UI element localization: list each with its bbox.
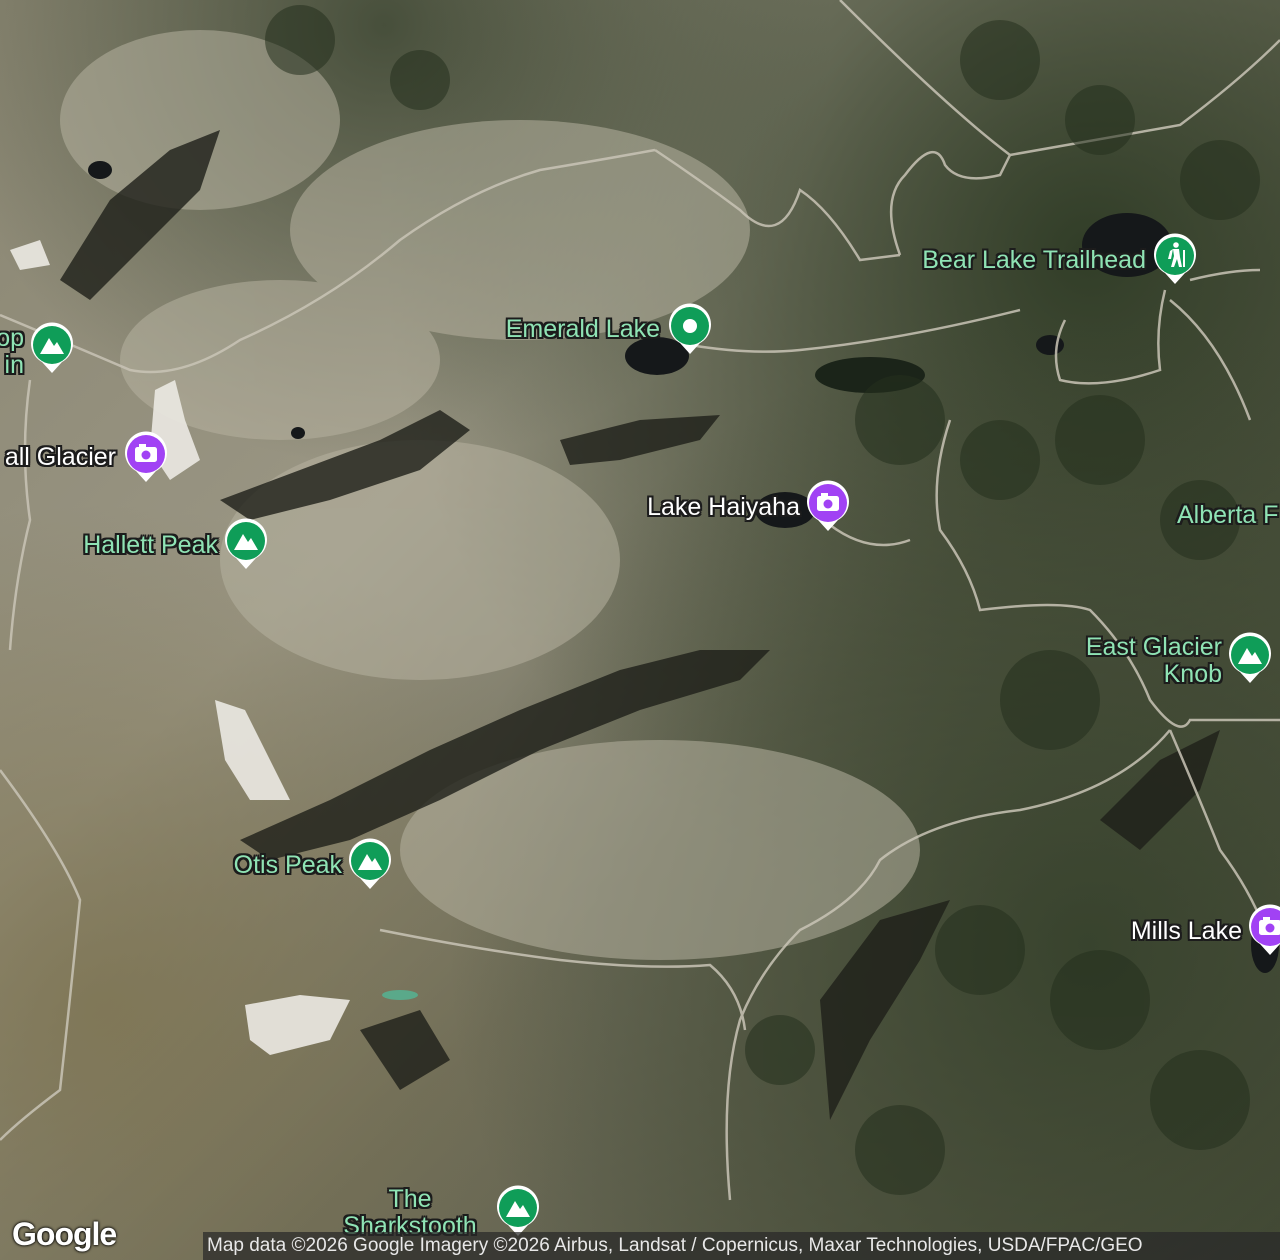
google-logo: Google xyxy=(12,1216,117,1252)
poi-label: Emerald Lake xyxy=(505,315,660,343)
mountain-icon xyxy=(1229,632,1271,683)
poi-label: op in xyxy=(0,324,24,379)
mountain-icon xyxy=(31,322,73,373)
poi-label: all Glacier xyxy=(4,443,116,471)
poi-label: Otis Peak xyxy=(233,851,342,879)
poi-label: Mills Lake xyxy=(1130,917,1242,945)
camera-icon xyxy=(125,431,167,482)
mountain-icon xyxy=(225,518,267,569)
nymph-lake-water xyxy=(1036,335,1064,355)
mountain-icon xyxy=(349,838,391,889)
camera-icon xyxy=(1249,904,1280,955)
poi-alberta-falls-label[interactable]: Alberta F xyxy=(1177,502,1278,529)
poi-label: Bear Lake Trailhead xyxy=(922,246,1146,274)
poi-label: East Glacier Knob xyxy=(1085,633,1222,688)
location-dot-icon xyxy=(669,303,711,354)
camera-icon xyxy=(807,480,849,531)
poi-label: Hallett Peak xyxy=(83,531,218,559)
map-attribution[interactable]: Map data ©2026 Google Imagery ©2026 Airb… xyxy=(203,1232,1280,1260)
satellite-map[interactable] xyxy=(0,0,1280,1260)
mountain-icon xyxy=(497,1185,539,1236)
poi-label: Lake Haiyaha xyxy=(647,493,800,521)
hiker-icon xyxy=(1154,233,1196,284)
